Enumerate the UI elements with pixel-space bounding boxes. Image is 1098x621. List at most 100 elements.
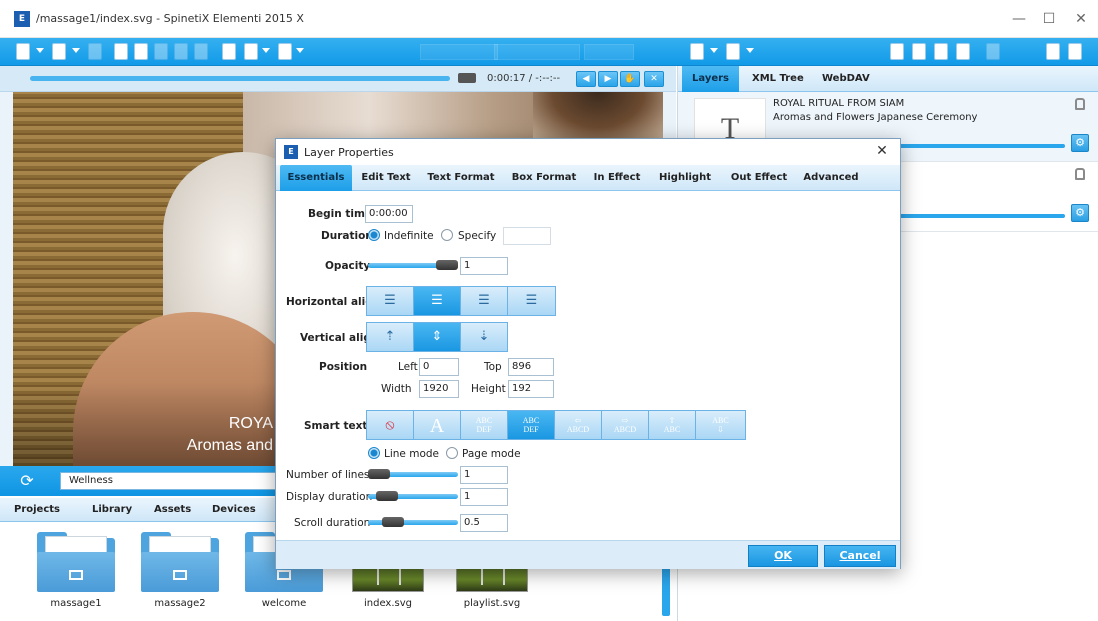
line-mode-radio[interactable] xyxy=(368,447,380,459)
text-align-dropdown-icon[interactable] xyxy=(710,48,718,53)
mute-icon[interactable]: ◀ xyxy=(576,71,596,87)
maximize-button[interactable]: ☐ xyxy=(1034,8,1064,30)
scroll-left-icon[interactable]: ⇦ ABCD xyxy=(555,411,602,439)
gear-icon[interactable]: ⚙ xyxy=(1071,134,1089,152)
auto-size-icon[interactable]: A xyxy=(414,411,461,439)
display-duration-slider-handle[interactable] xyxy=(376,491,398,501)
tab-xml-tree[interactable]: XML Tree xyxy=(742,66,814,92)
scroll-duration-slider-handle[interactable] xyxy=(382,517,404,527)
align-top-icon[interactable]: ⇡ xyxy=(367,323,414,351)
delete-layer-icon[interactable] xyxy=(890,43,904,60)
align-middle-icon[interactable]: ⇕ xyxy=(414,323,461,351)
undo-icon[interactable] xyxy=(174,43,188,60)
font-family-select[interactable] xyxy=(494,44,580,60)
file-item[interactable]: massage1 xyxy=(36,530,116,609)
timeline-track[interactable] xyxy=(30,76,450,81)
align-left-icon[interactable]: ☰ xyxy=(367,287,414,315)
minimize-button[interactable]: — xyxy=(1004,8,1034,30)
dialog-close-button[interactable]: ✕ xyxy=(874,143,890,159)
scroll-down-icon[interactable]: ABC ⇩ xyxy=(696,411,745,439)
tab-box-format[interactable]: Box Format xyxy=(508,165,580,191)
align-dropdown-icon[interactable] xyxy=(296,48,304,53)
tab-in-effect[interactable]: In Effect xyxy=(588,165,646,191)
new-dropdown-icon[interactable] xyxy=(72,48,80,53)
number-of-lines-slider-handle[interactable] xyxy=(368,469,390,479)
cut-icon[interactable] xyxy=(114,43,128,60)
align-bottom-icon[interactable]: ⇣ xyxy=(461,323,507,351)
begin-time-input[interactable]: 0:00:00 xyxy=(365,205,413,223)
scroll-duration-input[interactable]: 0.5 xyxy=(460,514,508,532)
tab-assets[interactable]: Assets xyxy=(154,498,191,522)
save-icon[interactable] xyxy=(88,43,102,60)
shape-dropdown-icon[interactable] xyxy=(262,48,270,53)
cancel-button[interactable]: Cancel xyxy=(824,545,896,567)
tab-layers[interactable]: Layers xyxy=(682,66,739,92)
width-input[interactable]: 1920 xyxy=(419,380,459,398)
scroll-up-icon[interactable]: ⇧ ABC xyxy=(649,411,696,439)
font-combo[interactable] xyxy=(420,44,498,60)
refresh-icon[interactable]: ⟳ xyxy=(16,471,38,491)
add-media-layer-icon[interactable] xyxy=(934,43,948,60)
path-input[interactable]: Wellness xyxy=(60,472,276,490)
align-justify-icon[interactable]: ☰ xyxy=(508,287,555,315)
tab-webdav[interactable]: WebDAV xyxy=(812,66,880,92)
lock-icon[interactable] xyxy=(1075,168,1085,180)
vertical-align-dropdown-icon[interactable] xyxy=(746,48,754,53)
duration-specify-input[interactable] xyxy=(503,227,551,245)
align-tool-icon[interactable] xyxy=(278,43,292,60)
layer-subtitle: Aromas and Flowers Japanese Ceremony xyxy=(773,112,978,123)
gear-icon[interactable]: ⚙ xyxy=(1071,204,1089,222)
new-document-icon[interactable] xyxy=(52,43,66,60)
file-item[interactable]: massage2 xyxy=(140,530,220,609)
tab-essentials[interactable]: Essentials xyxy=(280,165,352,191)
menu-dropdown-icon[interactable] xyxy=(36,48,44,53)
duration-indefinite-radio[interactable] xyxy=(368,229,380,241)
document-properties-icon[interactable] xyxy=(1068,43,1082,60)
tab-text-format[interactable]: Text Format xyxy=(424,165,498,191)
tab-advanced[interactable]: Advanced xyxy=(800,165,862,191)
paste-icon[interactable] xyxy=(154,43,168,60)
tab-edit-text[interactable]: Edit Text xyxy=(356,165,416,191)
display-duration-input[interactable]: 1 xyxy=(460,488,508,506)
align-center-icon[interactable]: ☰ xyxy=(414,287,461,315)
rectangle-tool-icon[interactable] xyxy=(222,43,236,60)
tab-library[interactable]: Library xyxy=(92,498,132,522)
add-text-layer-icon[interactable] xyxy=(912,43,926,60)
group-icon[interactable] xyxy=(986,43,1000,60)
left-input[interactable]: 0 xyxy=(419,358,459,376)
ok-button[interactable]: OK xyxy=(748,545,818,567)
opacity-input[interactable]: 1 xyxy=(460,257,508,275)
shape-tool-icon[interactable] xyxy=(244,43,258,60)
shrink-text-icon[interactable]: ABC DEF xyxy=(461,411,508,439)
page-properties-icon[interactable] xyxy=(1046,43,1060,60)
vertical-align-icon[interactable] xyxy=(726,43,740,60)
font-size-select[interactable] xyxy=(584,44,634,60)
align-right-icon[interactable]: ☰ xyxy=(461,287,508,315)
add-widget-layer-icon[interactable] xyxy=(956,43,970,60)
height-input[interactable]: 192 xyxy=(508,380,554,398)
app-logo-icon: E xyxy=(284,145,298,159)
play-icon[interactable]: ▶ xyxy=(598,71,618,87)
stop-icon[interactable]: ✕ xyxy=(644,71,664,87)
top-input[interactable]: 896 xyxy=(508,358,554,376)
duration-specify-radio[interactable] xyxy=(441,229,453,241)
hand-icon[interactable]: ✋ xyxy=(620,71,640,87)
lock-icon[interactable] xyxy=(1075,98,1085,110)
no-effect-icon[interactable]: ⦸ xyxy=(367,411,414,439)
tab-devices[interactable]: Devices xyxy=(212,498,256,522)
number-of-lines-input[interactable]: 1 xyxy=(460,466,508,484)
tab-highlight[interactable]: Highlight xyxy=(656,165,714,191)
text-align-icon[interactable] xyxy=(690,43,704,60)
close-button[interactable]: ✕ xyxy=(1066,8,1096,30)
opacity-slider-handle[interactable] xyxy=(436,260,458,270)
copy-icon[interactable] xyxy=(134,43,148,60)
preview-bowl-image xyxy=(533,92,663,142)
tab-projects[interactable]: Projects xyxy=(14,498,60,522)
tab-out-effect[interactable]: Out Effect xyxy=(726,165,792,191)
redo-icon[interactable] xyxy=(194,43,208,60)
menu-icon[interactable] xyxy=(16,43,30,60)
page-mode-radio[interactable] xyxy=(446,447,458,459)
scroll-vertical-icon[interactable]: ABC DEF xyxy=(508,411,555,439)
timeline-handle[interactable] xyxy=(458,73,476,83)
scroll-right-icon[interactable]: ⇨ ABCD xyxy=(602,411,649,439)
